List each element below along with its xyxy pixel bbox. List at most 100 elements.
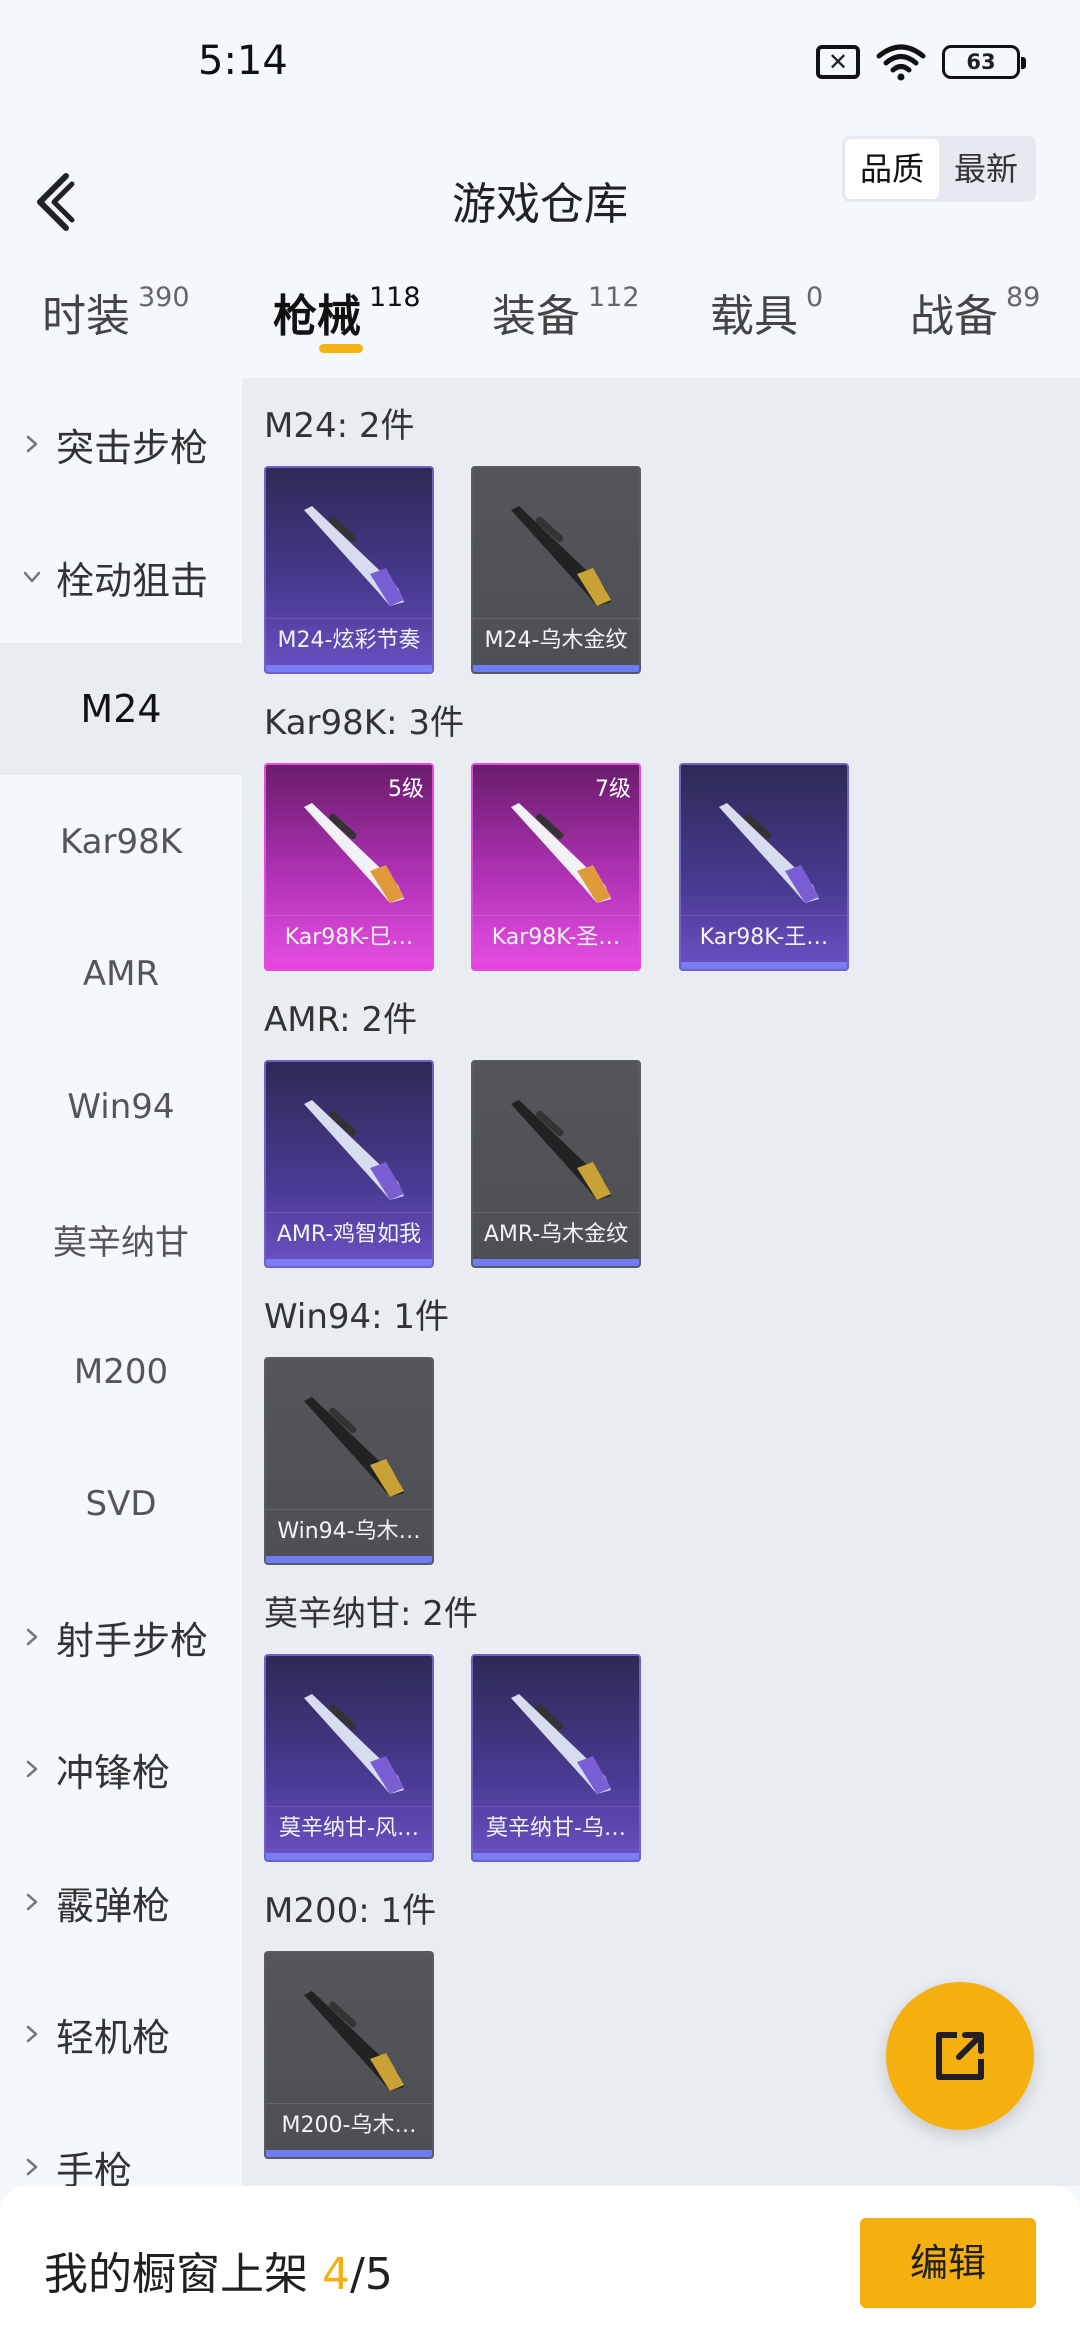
bottom-bar: 我的橱窗上架 4/5 编辑 bbox=[0, 2186, 1080, 2340]
sidebar-item[interactable]: Win94 bbox=[0, 1041, 242, 1173]
active-tab-indicator bbox=[319, 344, 363, 353]
group-title: Kar98K: 3件 bbox=[264, 703, 464, 743]
weapon-skin-card[interactable]: M24-炫彩节奏 bbox=[264, 466, 434, 674]
weapon-skin-card[interactable]: 5级 Kar98K-巳… bbox=[264, 763, 434, 971]
rifle-icon bbox=[511, 1694, 611, 1794]
edit-button[interactable]: 编辑 bbox=[860, 2218, 1036, 2308]
weapon-skin-card[interactable]: 7级 Kar98K-圣… bbox=[471, 763, 641, 971]
sidebar-item[interactable]: 栓动狙击 bbox=[0, 511, 242, 643]
sidebar-item[interactable]: Kar98K bbox=[0, 776, 242, 908]
tab-equipment[interactable]: 装备 112 bbox=[492, 280, 640, 344]
category-tabs: 时装 390 枪械 118 装备 112 载具 0 战备 89 bbox=[0, 272, 1080, 378]
sort-option-quality[interactable]: 品质 bbox=[845, 139, 939, 199]
rifle-icon bbox=[304, 1694, 404, 1794]
status-bar: 5:14 ✕ 63 bbox=[0, 0, 1080, 126]
tab-count: 0 bbox=[806, 282, 824, 313]
chevron-right-icon bbox=[26, 2025, 38, 2043]
chevron-right-icon bbox=[26, 1628, 38, 1646]
weapon-skin-card[interactable]: AMR-鸡智如我 bbox=[264, 1060, 434, 1268]
weapon-skin-card[interactable]: M24-乌木金纹 bbox=[471, 466, 641, 674]
weapon-skin-name: AMR-鸡智如我 bbox=[266, 1212, 432, 1256]
sidebar-item-label: M24 bbox=[80, 687, 162, 731]
tab-vehicles[interactable]: 载具 0 bbox=[710, 280, 823, 344]
sidebar-item-label: 霰弹枪 bbox=[56, 1883, 171, 1928]
tab-count: 112 bbox=[588, 282, 640, 313]
sidebar-item-label: AMR bbox=[82, 954, 160, 994]
tab-label: 战备 bbox=[910, 291, 998, 342]
weapon-skin-name: M24-乌木金纹 bbox=[473, 618, 639, 662]
sidebar-item-label: 突击步枪 bbox=[56, 425, 209, 470]
tab-label: 载具 bbox=[710, 291, 798, 342]
weapon-skin-name: AMR-乌木金纹 bbox=[473, 1212, 639, 1256]
battery-level: 63 bbox=[966, 50, 996, 74]
group-title: Win94: 1件 bbox=[264, 1297, 450, 1337]
group-title: 莫辛纳甘: 2件 bbox=[264, 1594, 478, 1634]
sort-toggle: 品质 最新 bbox=[842, 136, 1036, 202]
sidebar-item[interactable]: 冲锋枪 bbox=[0, 1703, 242, 1835]
weapon-skin-card[interactable]: AMR-乌木金纹 bbox=[471, 1060, 641, 1268]
weapon-skin-card[interactable]: 莫辛纳甘-乌… bbox=[471, 1654, 641, 1862]
sidebar-item[interactable]: 手枪 bbox=[0, 2101, 242, 2186]
chevron-down-icon bbox=[23, 571, 41, 583]
chevron-right-icon bbox=[26, 1893, 38, 1911]
battery-icon: 63 bbox=[942, 45, 1026, 79]
weapon-skin-name: 莫辛纳甘-风… bbox=[266, 1806, 432, 1850]
shelf-label: 我的橱窗上架 bbox=[44, 2249, 308, 2300]
sidebar-item[interactable]: 突击步枪 bbox=[0, 378, 242, 510]
weapon-skin-card[interactable]: Kar98K-王… bbox=[679, 763, 849, 971]
tab-fashion[interactable]: 时装 390 bbox=[42, 280, 190, 344]
group-title: M200: 1件 bbox=[264, 1891, 437, 1931]
weapon-skin-card[interactable]: Win94-乌木… bbox=[264, 1357, 434, 1565]
weapon-skin-name: 莫辛纳甘-乌… bbox=[473, 1806, 639, 1850]
rifle-icon bbox=[511, 506, 611, 606]
rarity-accent-bar bbox=[473, 1853, 639, 1860]
rifle-icon bbox=[304, 1100, 404, 1200]
weapon-skin-list: M24: 2件 M24-炫彩节奏 M24-乌木金纹 Kar98K: 3件 5级 Kar98… bbox=[242, 378, 1080, 2186]
tab-label: 装备 bbox=[492, 291, 580, 342]
tab-count: 390 bbox=[138, 282, 190, 313]
sidebar-item[interactable]: 莫辛纳甘 bbox=[0, 1173, 242, 1305]
share-external-icon bbox=[936, 2032, 984, 2080]
chevron-right-icon bbox=[26, 1760, 38, 1778]
weapon-skin-card[interactable]: M200-乌木… bbox=[264, 1951, 434, 2159]
tab-count: 118 bbox=[369, 282, 421, 313]
sidebar-item[interactable]: 轻机枪 bbox=[0, 1968, 242, 2100]
rifle-icon bbox=[304, 803, 404, 903]
shelf-total: /5 bbox=[350, 2249, 393, 2300]
weapon-category-sidebar: 突击步枪栓动狙击 M24 Kar98K AMR Win94 莫辛纳甘 M200 SVD 射手步枪… bbox=[0, 378, 242, 2186]
weapon-skin-name: Win94-乌木… bbox=[266, 1509, 432, 1553]
rifle-icon bbox=[511, 1100, 611, 1200]
sidebar-item[interactable]: M200 bbox=[0, 1306, 242, 1438]
sort-option-newest[interactable]: 最新 bbox=[939, 139, 1033, 199]
sidebar-item[interactable]: M24 bbox=[0, 643, 242, 775]
status-time: 5:14 bbox=[198, 38, 288, 84]
wifi-icon bbox=[876, 44, 926, 81]
header: 游戏仓库 品质 最新 bbox=[0, 126, 1080, 276]
rarity-accent-bar bbox=[266, 1853, 432, 1860]
sidebar-item[interactable]: 霰弹枪 bbox=[0, 1836, 242, 1968]
share-fab-button[interactable] bbox=[886, 1982, 1034, 2130]
rifle-icon bbox=[304, 506, 404, 606]
rarity-accent-bar bbox=[266, 665, 432, 672]
rifle-icon bbox=[304, 1991, 404, 2091]
weapon-skin-card[interactable]: 莫辛纳甘-风… bbox=[264, 1654, 434, 1862]
tab-firearms[interactable]: 枪械 118 bbox=[273, 280, 421, 344]
tab-supplies[interactable]: 战备 89 bbox=[910, 280, 1040, 344]
rarity-accent-bar bbox=[266, 1259, 432, 1266]
sidebar-item-label: 冲锋枪 bbox=[56, 1750, 171, 1795]
rarity-accent-bar bbox=[266, 962, 432, 969]
sidebar-item-label: M200 bbox=[73, 1352, 169, 1392]
shelf-status: 我的橱窗上架 4/5 bbox=[44, 2238, 393, 2302]
status-icons: ✕ 63 bbox=[816, 40, 1026, 84]
rifle-icon bbox=[511, 803, 611, 903]
chevron-right-icon bbox=[26, 2158, 38, 2176]
sidebar-item[interactable]: SVD bbox=[0, 1438, 242, 1570]
sidebar-item[interactable]: AMR bbox=[0, 908, 242, 1040]
sidebar-item-label: 莫辛纳甘 bbox=[53, 1222, 189, 1263]
rarity-accent-bar bbox=[473, 665, 639, 672]
shelf-current: 4 bbox=[322, 2249, 350, 2300]
level-badge: 7级 bbox=[595, 777, 631, 802]
sidebar-item[interactable]: 射手步枪 bbox=[0, 1571, 242, 1703]
rifle-icon bbox=[304, 1397, 404, 1497]
weapon-skin-name: Kar98K-巳… bbox=[266, 915, 432, 959]
